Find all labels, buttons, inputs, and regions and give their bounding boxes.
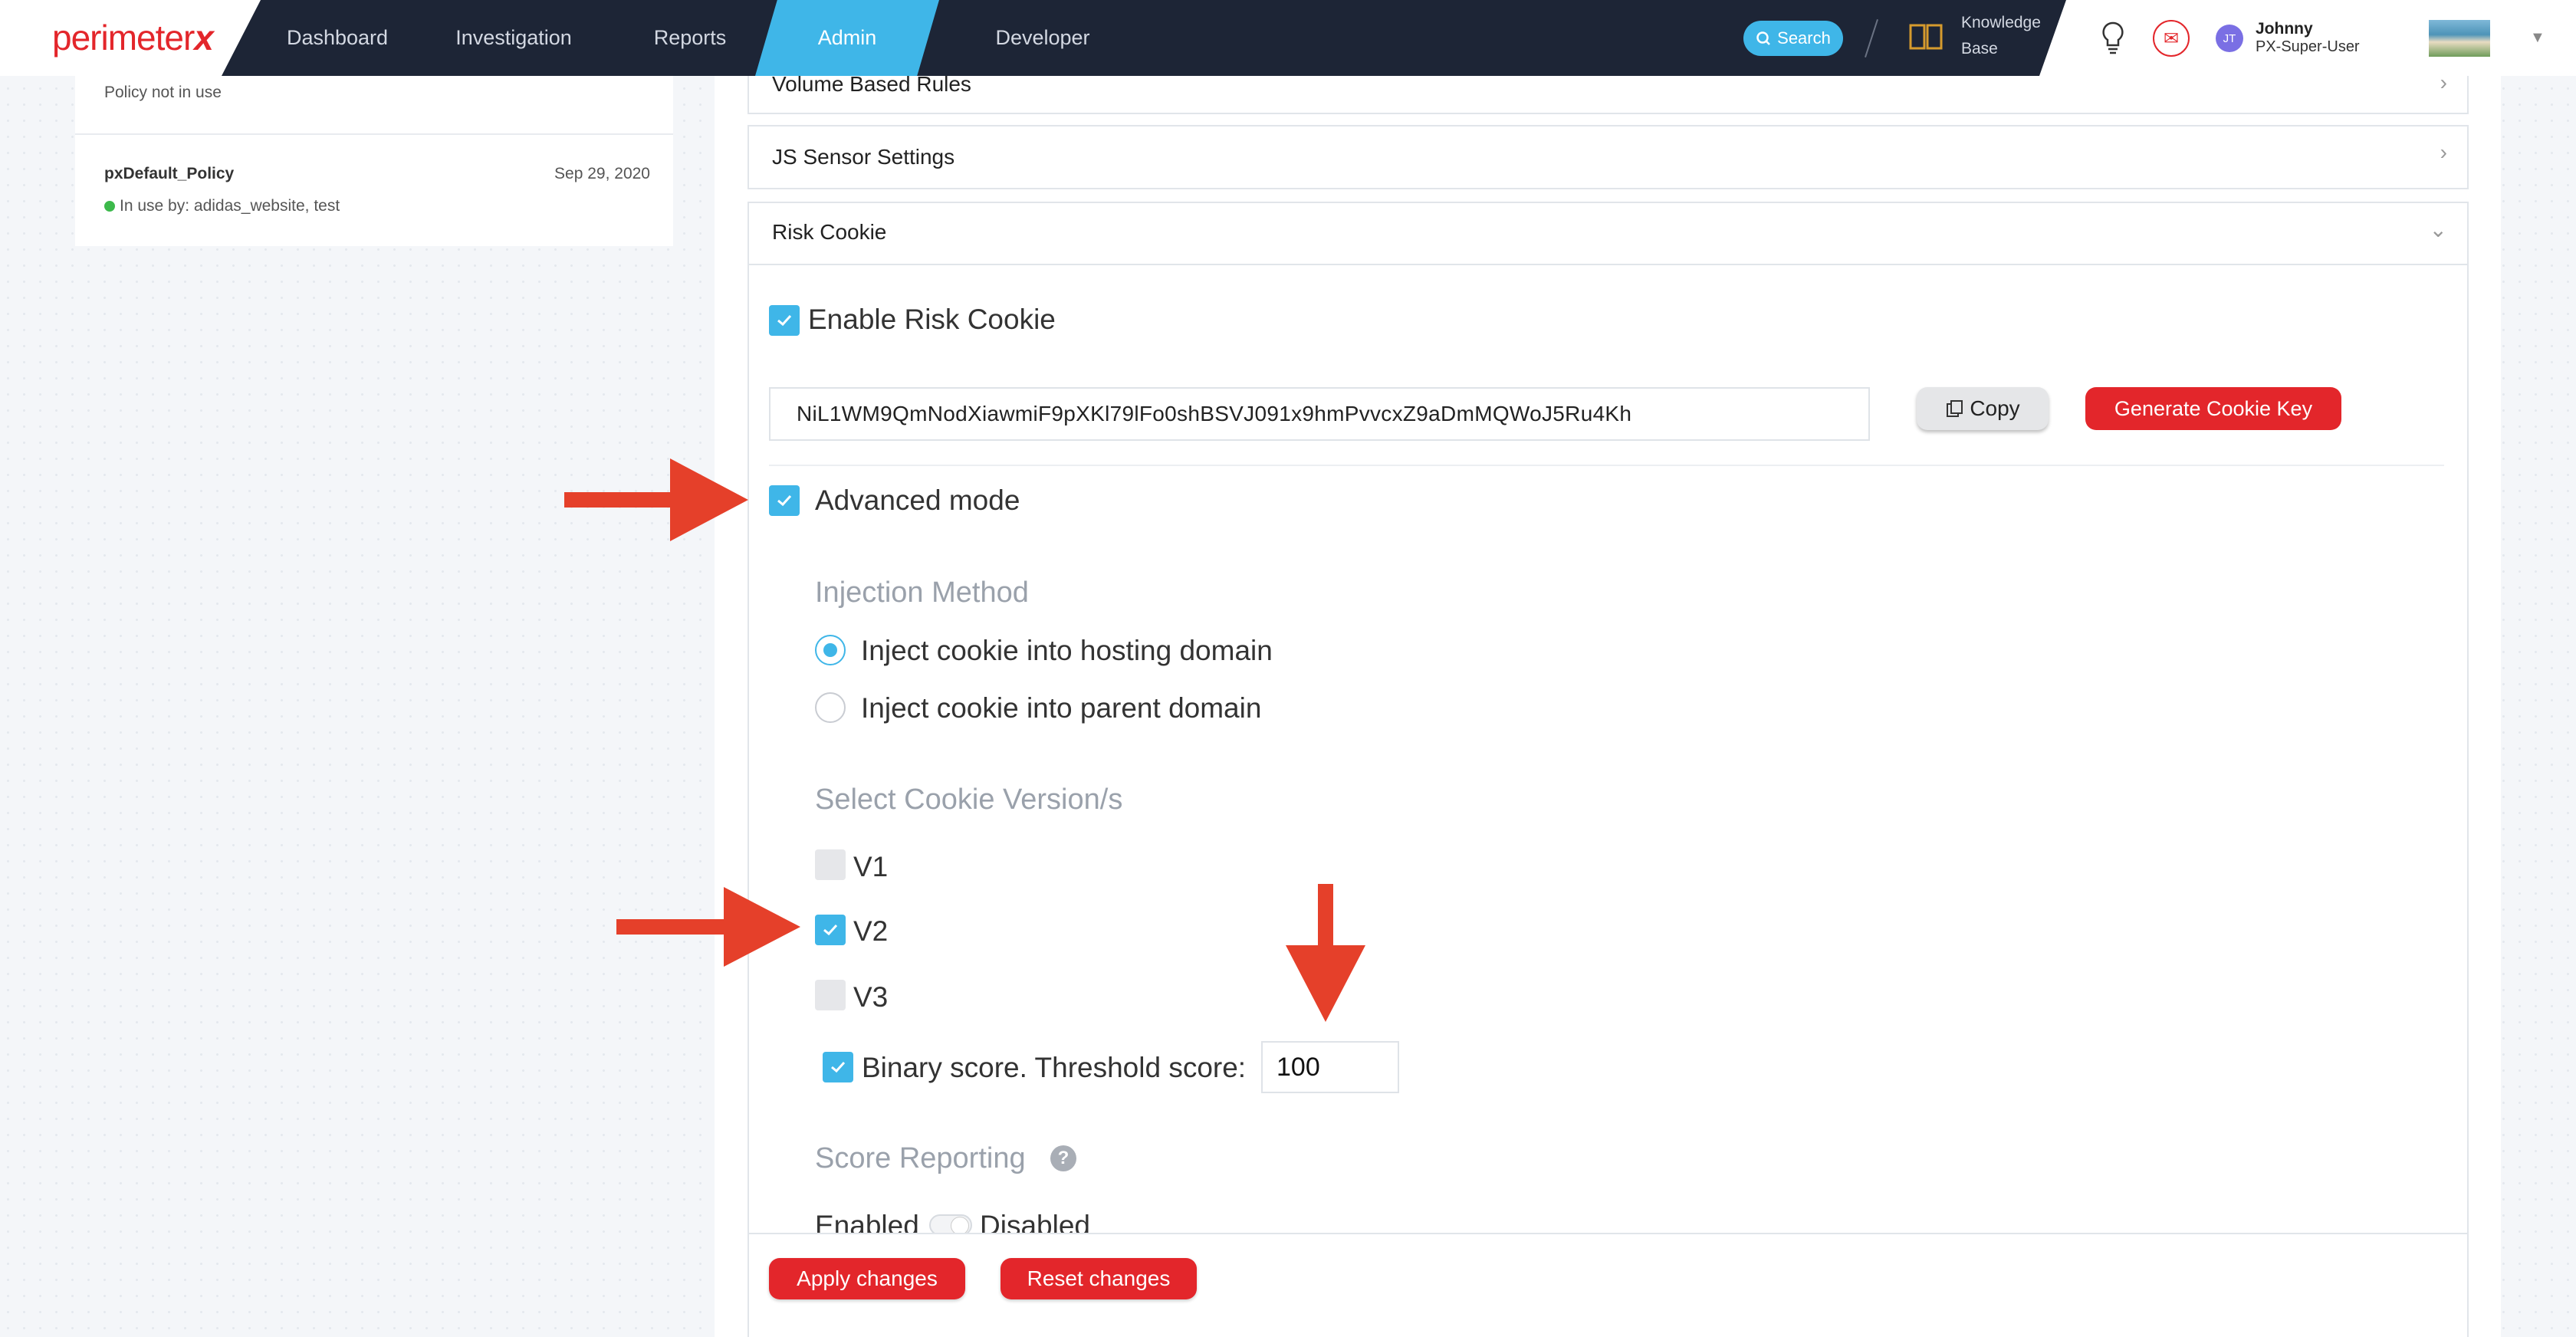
enable-risk-cookie-label: Enable Risk Cookie [808, 304, 1056, 335]
radio-parent-domain-label: Inject cookie into parent domain [861, 692, 1262, 724]
nav-admin[interactable]: Admin [755, 0, 939, 76]
version-v2-checkbox[interactable] [815, 915, 846, 945]
nav-dashboard[interactable]: Dashboard [261, 0, 414, 76]
status-dot-icon [104, 201, 115, 212]
cookie-version-heading: Select Cookie Version/s [815, 783, 1123, 816]
check-icon [777, 314, 792, 327]
radio-parent-domain[interactable] [815, 692, 846, 723]
check-icon [831, 1061, 846, 1073]
separator [1865, 18, 1878, 58]
binary-score-label: Binary score. Threshold score: [862, 1052, 1247, 1083]
section-title: Risk Cookie [772, 220, 887, 244]
policy-date: Sep 29, 2020 [554, 165, 650, 182]
section-js-sensor-settings[interactable]: JS Sensor Settings › [748, 125, 2469, 189]
policy-in-use-status: In use by: adidas_website, test [104, 197, 340, 215]
radio-hosting-domain[interactable] [815, 635, 846, 665]
nav-investigation[interactable]: Investigation [429, 0, 598, 76]
injection-method-heading: Injection Method [815, 577, 1029, 609]
cookie-key-field[interactable]: NiL1WM9QmNodXiawmiF9pXKl79lFo0shBSVJ091x… [769, 387, 1870, 441]
score-reporting-heading: Score Reporting [815, 1142, 1026, 1174]
search-icon [1756, 31, 1771, 45]
version-v3-checkbox[interactable] [815, 980, 846, 1010]
policy-list: Policy not in use pxDefault_Policy Sep 2… [75, 76, 673, 246]
enable-risk-cookie-checkbox[interactable] [769, 305, 800, 336]
version-v1-checkbox[interactable] [815, 849, 846, 880]
annotation-arrow-threshold [1286, 884, 1365, 1022]
copy-button[interactable]: Copy [1917, 387, 2049, 430]
divider [75, 133, 673, 135]
reset-changes-button[interactable]: Reset changes [1001, 1258, 1197, 1299]
book-icon [1909, 24, 1943, 50]
search-button[interactable]: Search [1743, 21, 1843, 56]
help-icon[interactable]: ? [1050, 1145, 1076, 1171]
annotation-arrow-v2 [616, 887, 800, 967]
apply-changes-button[interactable]: Apply changes [769, 1258, 965, 1299]
divider [769, 465, 2444, 466]
perimeterx-logo[interactable]: perimeterx [52, 17, 214, 58]
copy-icon [1947, 400, 1963, 417]
knowledge-base-link[interactable]: Knowledge Base [1909, 14, 2062, 63]
nav-developer[interactable]: Developer [958, 0, 1127, 76]
chevron-right-icon: › [2440, 140, 2447, 164]
check-icon [823, 924, 838, 936]
header-right-area [2039, 0, 2576, 76]
advanced-mode-checkbox[interactable] [769, 485, 800, 516]
section-header[interactable]: Risk Cookie ⌄ [749, 203, 2467, 265]
check-icon [777, 494, 792, 507]
version-v1-label: V1 [853, 851, 889, 882]
policy-status: Policy not in use [104, 84, 222, 101]
binary-score-checkbox[interactable] [823, 1052, 853, 1082]
version-v3-label: V3 [853, 981, 889, 1013]
nav-reports[interactable]: Reports [613, 0, 767, 76]
section-title: JS Sensor Settings [772, 145, 955, 169]
threshold-score-input[interactable]: 100 [1261, 1041, 1399, 1093]
radio-hosting-domain-label: Inject cookie into hosting domain [861, 635, 1273, 666]
advanced-mode-label: Advanced mode [815, 485, 1020, 516]
generate-cookie-key-button[interactable]: Generate Cookie Key [2085, 387, 2341, 430]
version-v2-label: V2 [853, 915, 889, 947]
annotation-arrow-advanced [564, 458, 748, 541]
chevron-down-icon: ⌄ [2429, 218, 2447, 241]
policy-name: pxDefault_Policy [104, 165, 235, 182]
